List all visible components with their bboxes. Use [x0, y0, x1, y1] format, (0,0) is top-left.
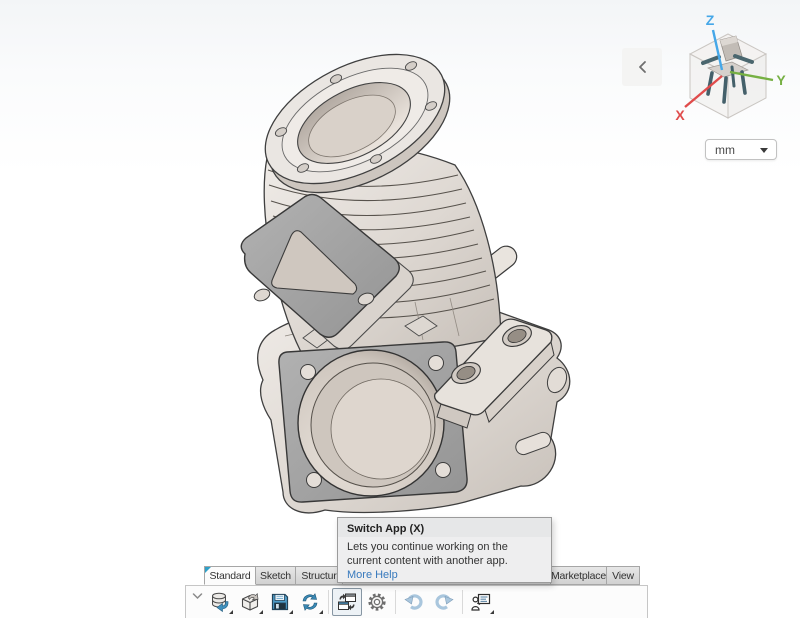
units-value: mm	[715, 143, 735, 157]
caret-down-icon	[760, 148, 768, 153]
toolbar-separator	[462, 590, 463, 614]
tab-standard[interactable]: Standard	[204, 566, 256, 585]
part-box-icon	[239, 591, 261, 613]
tab-sketch[interactable]: Sketch	[255, 566, 296, 585]
chevron-left-icon	[637, 60, 647, 74]
toolbar	[185, 585, 648, 618]
toolbar-separator	[395, 590, 396, 614]
front-bore-flange[interactable]	[279, 342, 467, 502]
open-from-library-button[interactable]	[205, 588, 235, 616]
toolbar-expand-button[interactable]	[189, 589, 205, 603]
tab-view[interactable]: View	[606, 566, 640, 585]
settings-button[interactable]	[362, 588, 392, 616]
save-floppy-icon	[269, 591, 291, 613]
units-dropdown[interactable]: mm	[705, 139, 777, 160]
collaborate-button[interactable]	[466, 588, 496, 616]
switch-app-button[interactable]	[332, 588, 362, 616]
insert-part-button[interactable]	[235, 588, 265, 616]
tooltip-body: Lets you continue working on the current…	[338, 537, 551, 569]
panel-collapse-button[interactable]	[622, 48, 662, 86]
y-axis-label: Y	[776, 72, 786, 88]
redo-button[interactable]	[429, 588, 459, 616]
redo-arrow-icon	[433, 591, 455, 613]
sync-button[interactable]	[295, 588, 325, 616]
database-icon	[209, 591, 231, 613]
undo-button[interactable]	[399, 588, 429, 616]
gear-icon	[366, 591, 388, 613]
person-presentation-icon	[470, 591, 492, 613]
sync-arrows-icon	[299, 591, 321, 613]
x-axis-label: X	[675, 107, 685, 123]
tooltip-switch-app: Switch App (X) Lets you continue working…	[337, 517, 552, 583]
chevron-down-icon	[192, 593, 203, 600]
save-button[interactable]	[265, 588, 295, 616]
toolbar-separator	[328, 590, 329, 614]
cad-viewport[interactable]: Z Y X mm Standard Sketch Structur Market…	[0, 0, 800, 618]
undo-arrow-icon	[403, 591, 425, 613]
z-axis-label: Z	[706, 12, 715, 28]
view-cube[interactable]: Z Y X	[672, 10, 790, 132]
switch-app-icon	[336, 591, 358, 613]
tab-marketplace[interactable]: Marketplace	[550, 566, 607, 585]
more-help-link[interactable]: More Help	[338, 569, 551, 586]
tooltip-title: Switch App (X)	[338, 518, 551, 537]
tab-structure[interactable]: Structur	[295, 566, 343, 585]
model-engine-cylinder[interactable]	[105, 40, 585, 520]
